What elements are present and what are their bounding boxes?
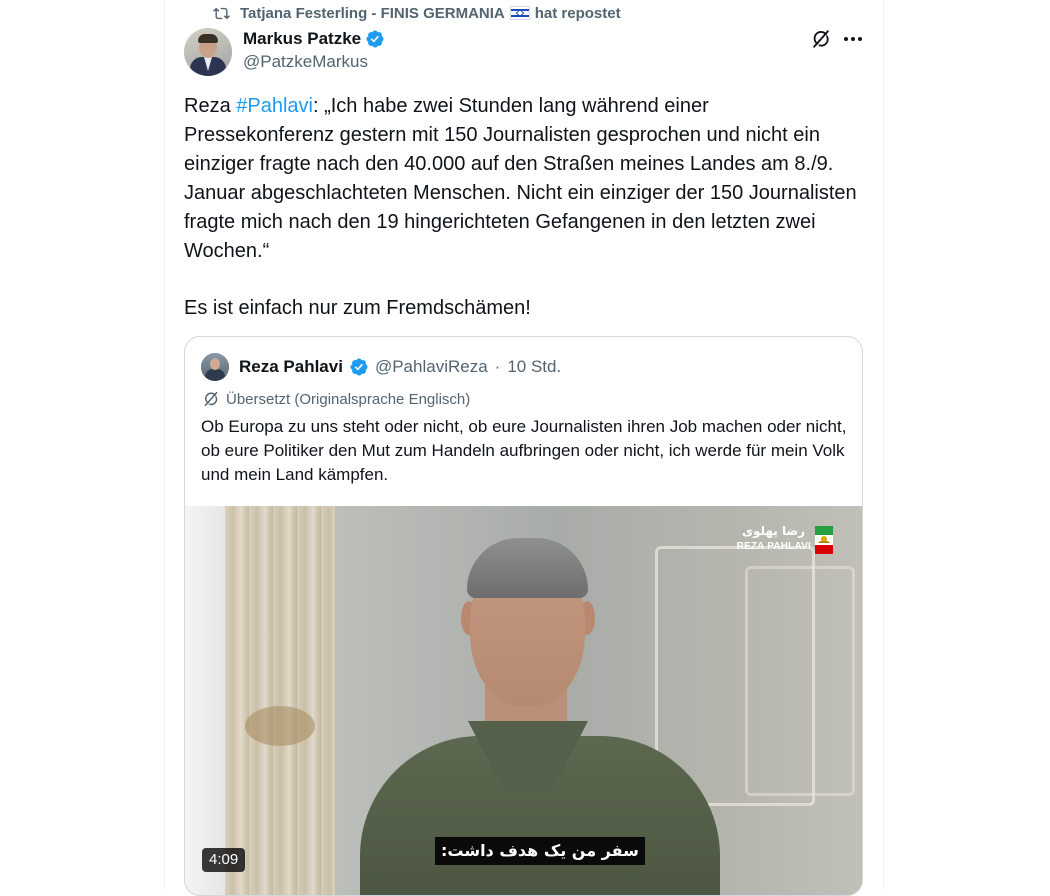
- author-name[interactable]: Markus Patzke: [243, 29, 361, 49]
- more-options-icon[interactable]: [842, 28, 864, 50]
- lion-sun-emblem-icon: [815, 526, 833, 554]
- channel-logo: رضا پهلوی REZA PAHLAVI: [737, 524, 841, 556]
- quote-author-name[interactable]: Reza Pahlavi: [239, 357, 343, 377]
- logo-text-farsi: رضا پهلوی: [741, 524, 805, 538]
- video-duration: 4:09: [202, 848, 246, 872]
- repost-suffix: hat repostet: [534, 4, 621, 22]
- video-subtitle: سفر من یک هدف داشت:: [435, 837, 645, 865]
- quote-header: Reza Pahlavi @PahlaviReza · 10 Std.: [201, 353, 561, 381]
- repost-icon: [213, 7, 230, 19]
- reposter-name[interactable]: Tatjana Festerling - FINIS GERMANIA: [240, 5, 505, 22]
- timeline-border-left: [164, 0, 165, 890]
- verified-badge-icon: [350, 358, 368, 376]
- author-block: Markus Patzke @PatzkeMarkus: [243, 28, 385, 72]
- author-handle[interactable]: @PatzkeMarkus: [243, 52, 385, 72]
- tweet-text-start: Reza: [184, 95, 237, 117]
- tweet-text-body: : „Ich habe zwei Stunden lang während ei…: [184, 95, 857, 262]
- grok-icon[interactable]: [810, 28, 832, 50]
- hashtag-link[interactable]: #Pahlavi: [236, 95, 313, 117]
- translation-label[interactable]: Übersetzt (Originalsprache Englisch): [202, 389, 470, 409]
- verified-badge-icon: [366, 30, 384, 48]
- tweet-text: Reza #Pahlavi: „Ich habe zwei Stunden la…: [184, 92, 864, 323]
- quote-timestamp[interactable]: 10 Std.: [507, 357, 561, 377]
- video-player[interactable]: رضا پهلوی REZA PAHLAVI سفر من یک هدف داش…: [185, 506, 862, 895]
- quote-author-handle[interactable]: @PahlaviReza: [375, 357, 488, 377]
- quoted-tweet[interactable]: Reza Pahlavi @PahlaviReza · 10 Std. Über…: [184, 336, 863, 896]
- author-avatar[interactable]: [184, 28, 232, 76]
- quote-avatar[interactable]: [201, 353, 229, 381]
- video-curtain-tie: [245, 706, 315, 746]
- video-curtain: [225, 506, 335, 895]
- repost-header[interactable]: Tatjana Festerling - FINIS GERMANIA hat …: [213, 4, 621, 22]
- translation-text: Übersetzt (Originalsprache Englisch): [226, 390, 471, 408]
- timeline-border-right: [883, 0, 884, 890]
- logo-text: REZA PAHLAVI: [736, 541, 811, 552]
- quote-separator: ·: [494, 357, 501, 376]
- grok-icon: [204, 391, 218, 407]
- tweet-text-paragraph2: Es ist einfach nur zum Fremdschämen!: [184, 297, 531, 319]
- video-wall-panel: [745, 566, 855, 796]
- quote-text: Ob Europa zu uns steht oder nicht, ob eu…: [201, 417, 847, 484]
- israel-flag-icon: [509, 6, 530, 20]
